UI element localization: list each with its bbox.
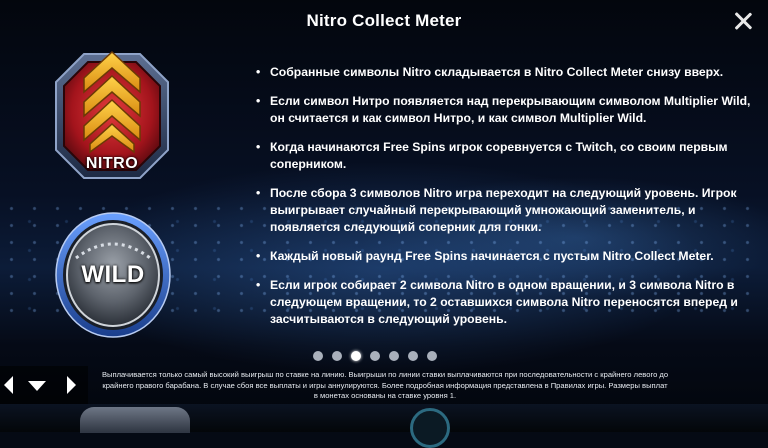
rules-list: Собранные символы Nitro складывается в N… (256, 64, 756, 340)
wild-symbol-label: WILD (81, 261, 145, 288)
page-title: Nitro Collect Meter (306, 11, 462, 30)
rule-item: Если игрок собирает 2 символа Nitro в од… (256, 277, 756, 328)
disclaimer-text: Выплачивается только самый высокий выигр… (101, 370, 669, 400)
nitro-symbol-label: NITRO (85, 155, 139, 172)
rule-item: Собранные символы Nitro складывается в N… (256, 64, 756, 81)
page-dot-5[interactable] (389, 351, 399, 361)
rule-item: Когда начинаются Free Spins игрок соревн… (256, 139, 756, 173)
close-icon[interactable] (732, 10, 754, 32)
nitro-symbol: NITRO (52, 48, 172, 184)
triangle-down-icon[interactable] (24, 372, 48, 398)
wild-symbol: WILD (54, 210, 172, 340)
page-dot-2[interactable] (332, 351, 342, 361)
page-indicator (313, 351, 437, 363)
spin-knob-graphic (410, 408, 450, 448)
car-graphic (80, 407, 190, 433)
rule-item: После сбора 3 символов Nitro игра перехо… (256, 185, 756, 236)
triangle-right-icon[interactable] (58, 372, 82, 398)
rule-item: Каждый новый раунд Free Spins начинается… (256, 248, 756, 265)
page-dot-3-active[interactable] (351, 351, 361, 361)
page-dot-1[interactable] (313, 351, 323, 361)
page-dot-4[interactable] (370, 351, 380, 361)
triangle-left-icon[interactable] (0, 372, 24, 398)
page-dot-6[interactable] (408, 351, 418, 361)
rule-item: Если символ Нитро появляется над перекры… (256, 93, 756, 127)
page-dot-7[interactable] (427, 351, 437, 361)
